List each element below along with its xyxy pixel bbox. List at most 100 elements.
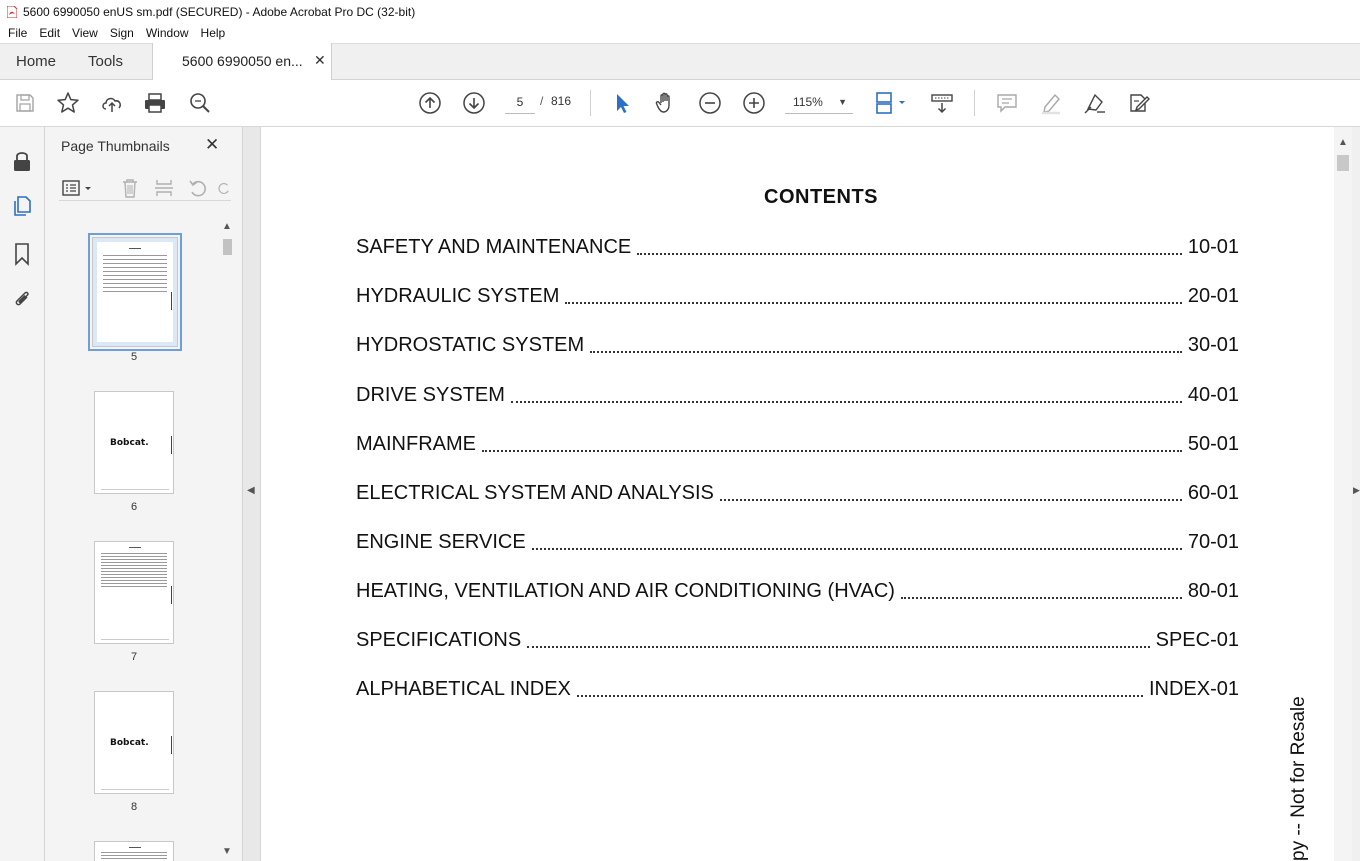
zoom-out-icon[interactable] <box>698 91 722 115</box>
toc-entry[interactable]: ALPHABETICAL INDEX INDEX-01 <box>356 675 1239 701</box>
toc-leader <box>565 288 1182 304</box>
menu-sign[interactable]: Sign <box>104 26 140 40</box>
toc-leader <box>527 632 1150 648</box>
page-layout-icon[interactable] <box>874 91 910 115</box>
toc-page: 30-01 <box>1187 334 1239 356</box>
rotate-clockwise-icon[interactable] <box>217 177 231 199</box>
thumbnail-logo: Bobcat. <box>110 738 149 748</box>
window-title: 5600 6990050 enUS sm.pdf (SECURED) - Ado… <box>23 4 416 19</box>
thumbnail-label-7: 7 <box>130 651 138 663</box>
toc-leader <box>510 387 1182 403</box>
thumbnail-page-7[interactable] <box>94 541 174 644</box>
toc-title: MAINFRAME <box>356 433 476 455</box>
thumbnail-page-image <box>97 242 173 342</box>
page-number-input[interactable]: 5 <box>505 90 535 114</box>
toc-entry[interactable]: ELECTRICAL SYSTEM AND ANALYSIS 60-01 <box>356 479 1239 505</box>
panel-title: Page Thumbnails <box>61 138 170 154</box>
panel-close-icon[interactable]: ✕ <box>205 135 219 155</box>
search-icon[interactable] <box>188 91 212 115</box>
delete-page-icon[interactable] <box>119 177 141 199</box>
thumbnail-page-5[interactable] <box>88 233 182 351</box>
toc-leader <box>576 681 1143 697</box>
collapse-left-icon[interactable]: ◀ <box>247 485 255 496</box>
extract-page-icon[interactable] <box>153 177 175 199</box>
menu-window[interactable]: Window <box>140 26 195 40</box>
panel-collapse-handle[interactable]: ◀ <box>243 127 260 861</box>
draw-sign-icon[interactable] <box>1083 91 1107 115</box>
toc-page: 80-01 <box>1187 580 1239 602</box>
toc-entry[interactable]: MAINFRAME 50-01 <box>356 430 1239 456</box>
comment-icon[interactable] <box>995 91 1019 115</box>
document-scrollbar[interactable]: ▲ <box>1334 127 1352 861</box>
menu-edit[interactable]: Edit <box>33 26 66 40</box>
attachments-icon[interactable] <box>10 287 34 311</box>
toc-entry[interactable]: HEATING, VENTILATION AND AIR CONDITIONIN… <box>356 577 1239 603</box>
toc-leader <box>482 436 1182 452</box>
document-viewer: CONTENTS SAFETY AND MAINTENANCE 10-01 HY… <box>260 127 1334 861</box>
toc-title: SAFETY AND MAINTENANCE <box>356 236 632 258</box>
rotate-counterclockwise-icon[interactable] <box>187 177 209 199</box>
toc-page: SPEC-01 <box>1155 629 1239 651</box>
main-toolbar: 5 / 816 115% ▼ <box>0 80 1360 127</box>
zoom-level-select[interactable]: 115% ▼ <box>785 90 853 114</box>
toc-entry[interactable]: SPECIFICATIONS SPEC-01 <box>356 626 1239 652</box>
highlight-pen-icon[interactable] <box>1039 91 1063 115</box>
fill-sign-icon[interactable] <box>1127 91 1151 115</box>
toc-entry[interactable]: HYDRAULIC SYSTEM 20-01 <box>356 282 1239 308</box>
toc-entry[interactable]: ENGINE SERVICE 70-01 <box>356 528 1239 554</box>
bookmark-star-icon[interactable] <box>56 91 80 115</box>
hand-tool-icon[interactable] <box>654 91 678 115</box>
menu-help[interactable]: Help <box>195 26 232 40</box>
right-panel-handle[interactable]: ▶ <box>1352 127 1360 861</box>
toc-leader <box>637 239 1182 255</box>
menu-file[interactable]: File <box>2 26 33 40</box>
thumbnail-label-5: 5 <box>130 351 138 363</box>
thumbnail-label-8: 8 <box>130 801 138 813</box>
toc-entry[interactable]: HYDROSTATIC SYSTEM 30-01 <box>356 331 1239 357</box>
toc-leader <box>531 534 1182 550</box>
title-bar: 5600 6990050 enUS sm.pdf (SECURED) - Ado… <box>0 0 1360 23</box>
toc-page: INDEX-01 <box>1148 678 1239 700</box>
next-page-icon[interactable] <box>462 91 486 115</box>
page-thumbnails-icon[interactable] <box>10 194 34 218</box>
expand-right-icon[interactable]: ▶ <box>1353 485 1360 496</box>
toc-title: ELECTRICAL SYSTEM AND ANALYSIS <box>356 482 714 504</box>
scroll-mode-icon[interactable] <box>930 91 954 115</box>
thumbnail-label-6: 6 <box>130 501 138 513</box>
thumbnail-page-partial[interactable] <box>94 841 174 861</box>
page-total: 816 <box>551 94 572 108</box>
thumbnail-page-8[interactable]: Bobcat. <box>94 691 174 794</box>
scroll-down-icon[interactable]: ▼ <box>222 846 232 857</box>
tab-close-icon[interactable]: ✕ <box>314 52 326 69</box>
print-icon[interactable] <box>143 91 167 115</box>
page-thumbnails-panel: Page Thumbnails ✕ 5 Bobcat. 6 7 Bobcat. … <box>45 127 243 861</box>
scroll-up-icon[interactable]: ▲ <box>222 221 232 232</box>
left-navigation-rail <box>0 127 45 861</box>
thumbnail-options-icon[interactable] <box>61 177 95 199</box>
toc-title: HEATING, VENTILATION AND AIR CONDITIONIN… <box>356 580 895 602</box>
tab-home[interactable]: Home <box>16 53 56 70</box>
save-icon[interactable] <box>13 91 37 115</box>
scrollbar-thumb[interactable] <box>1337 155 1349 171</box>
toc-page: 10-01 <box>1187 236 1239 258</box>
thumbnail-page-6[interactable]: Bobcat. <box>94 391 174 494</box>
select-cursor-icon[interactable] <box>610 91 634 115</box>
toc-entry[interactable]: DRIVE SYSTEM 40-01 <box>356 381 1239 407</box>
toc-page: 50-01 <box>1187 433 1239 455</box>
zoom-in-icon[interactable] <box>742 91 766 115</box>
upload-cloud-icon[interactable] <box>100 91 124 115</box>
scrollbar-thumb[interactable] <box>223 239 232 255</box>
contents-heading: CONTENTS <box>764 186 878 208</box>
toc-title: HYDRAULIC SYSTEM <box>356 285 560 307</box>
tab-tools[interactable]: Tools <box>88 53 123 70</box>
scroll-up-icon[interactable]: ▲ <box>1338 137 1348 148</box>
tab-document[interactable]: 5600 6990050 en... ✕ <box>152 43 332 80</box>
lock-icon[interactable] <box>10 149 34 173</box>
toc-title: HYDROSTATIC SYSTEM <box>356 334 585 356</box>
bookmarks-icon[interactable] <box>10 242 34 266</box>
thumbnail-toolbar <box>59 175 231 201</box>
toc-entry[interactable]: SAFETY AND MAINTENANCE 10-01 <box>356 233 1239 259</box>
menu-view[interactable]: View <box>66 26 104 40</box>
previous-page-icon[interactable] <box>418 91 442 115</box>
thumbnails-scrollbar[interactable]: ▲ ▼ <box>220 221 234 857</box>
